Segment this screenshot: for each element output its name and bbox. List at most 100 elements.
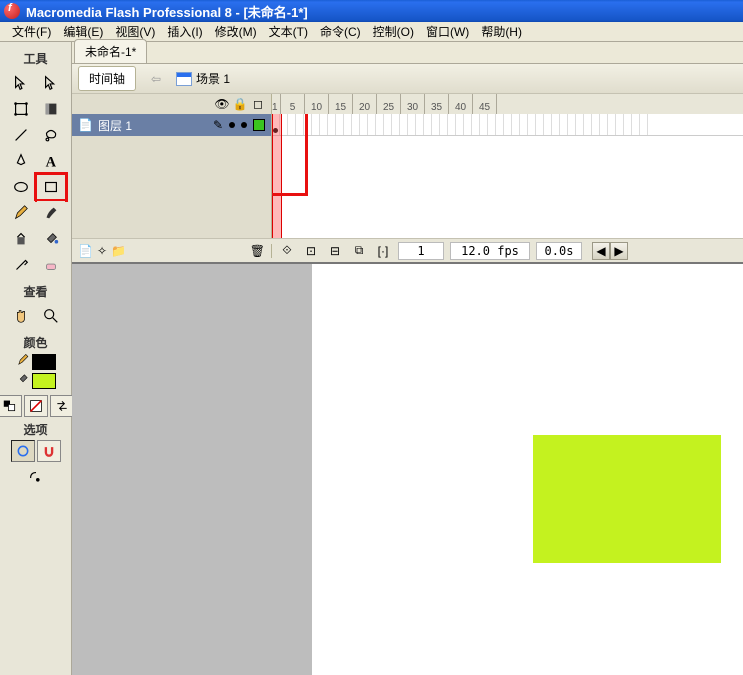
frames-area[interactable] — [272, 114, 743, 238]
frame-cell[interactable] — [576, 114, 584, 135]
swap-colors-button[interactable] — [50, 395, 74, 417]
stage-rectangle-shape[interactable] — [533, 435, 721, 563]
layer-row[interactable]: 📄 图层 1 ✎ — [72, 114, 271, 136]
menu-help[interactable]: 帮助(H) — [475, 21, 528, 42]
frame-cell[interactable] — [608, 114, 616, 135]
frame-cell[interactable] — [368, 114, 376, 135]
no-color-button[interactable] — [24, 395, 48, 417]
frame-cell[interactable] — [448, 114, 456, 135]
frame-cell[interactable] — [440, 114, 448, 135]
add-folder-button[interactable]: 📁 — [111, 244, 126, 258]
hand-tool[interactable] — [7, 304, 35, 328]
free-transform-tool[interactable] — [7, 97, 35, 121]
frame-cell[interactable] — [336, 114, 344, 135]
line-tool[interactable] — [7, 123, 35, 147]
timeline-tab[interactable]: 时间轴 — [78, 66, 136, 91]
paint-bucket-tool[interactable] — [37, 227, 65, 251]
rectangle-tool[interactable] — [37, 175, 65, 199]
keyframe[interactable] — [272, 114, 280, 135]
brush-tool[interactable] — [37, 201, 65, 225]
frame-cell[interactable] — [624, 114, 632, 135]
gradient-transform-tool[interactable] — [37, 97, 65, 121]
frame-cell[interactable] — [464, 114, 472, 135]
selection-tool[interactable] — [7, 71, 35, 95]
frame-cell[interactable] — [632, 114, 640, 135]
frame-cell[interactable] — [496, 114, 504, 135]
scene-name[interactable]: 场景 1 — [176, 70, 230, 87]
frame-cell[interactable] — [480, 114, 488, 135]
frame-cell[interactable] — [640, 114, 648, 135]
lasso-tool[interactable] — [37, 123, 65, 147]
frame-cell[interactable] — [528, 114, 536, 135]
document-tab[interactable]: 未命名-1* — [74, 39, 147, 63]
zoom-tool[interactable] — [37, 304, 65, 328]
fill-color-swatch[interactable] — [32, 373, 56, 389]
frame-cell[interactable] — [456, 114, 464, 135]
frame-cell[interactable] — [304, 114, 312, 135]
frame-cell[interactable] — [408, 114, 416, 135]
ink-bottle-tool[interactable] — [7, 227, 35, 251]
layer-outline-swatch[interactable] — [253, 119, 265, 131]
frame-cell[interactable] — [432, 114, 440, 135]
layer-lock-dot[interactable] — [241, 122, 247, 128]
frame-cell[interactable] — [344, 114, 352, 135]
menu-command[interactable]: 命令(C) — [314, 21, 367, 42]
lock-icon[interactable]: 🔒 — [233, 97, 247, 111]
frame-cell[interactable] — [616, 114, 624, 135]
menu-insert[interactable]: 插入(I) — [161, 21, 208, 42]
frame-cell[interactable] — [376, 114, 384, 135]
rectangle-settings-option[interactable] — [22, 466, 50, 490]
add-layer-button[interactable]: 📄 — [78, 244, 93, 258]
pen-tool[interactable] — [7, 149, 35, 173]
frame-cell[interactable] — [328, 114, 336, 135]
scroll-left-button[interactable]: ◀ — [592, 242, 610, 260]
layer-visible-dot[interactable] — [229, 122, 235, 128]
frame-cell[interactable] — [536, 114, 544, 135]
frame-cell[interactable] — [600, 114, 608, 135]
frame-cell[interactable] — [400, 114, 408, 135]
frame-cell[interactable] — [424, 114, 432, 135]
text-tool[interactable]: A — [37, 149, 65, 173]
frame-cell[interactable] — [560, 114, 568, 135]
frame-cell[interactable] — [320, 114, 328, 135]
frame-cell[interactable] — [544, 114, 552, 135]
frame-cell[interactable] — [472, 114, 480, 135]
onion-skin-outlines-button[interactable]: ⊟ — [326, 242, 344, 260]
outline-icon[interactable]: ◻ — [251, 97, 265, 111]
delete-layer-button[interactable]: 🗑 — [250, 244, 265, 258]
frame-cell[interactable] — [416, 114, 424, 135]
frame-cell[interactable] — [280, 114, 288, 135]
frame-cell[interactable] — [384, 114, 392, 135]
menu-file[interactable]: 文件(F) — [6, 21, 57, 42]
frame-cell[interactable] — [360, 114, 368, 135]
scroll-right-button[interactable]: ▶ — [610, 242, 628, 260]
subselection-tool[interactable] — [37, 71, 65, 95]
default-colors-button[interactable] — [0, 395, 22, 417]
eyedropper-tool[interactable] — [7, 253, 35, 277]
menu-modify[interactable]: 修改(M) — [209, 21, 263, 42]
frame-cell[interactable] — [504, 114, 512, 135]
pencil-tool[interactable] — [7, 201, 35, 225]
onion-skin-button[interactable]: ⊡ — [302, 242, 320, 260]
frame-cell[interactable] — [352, 114, 360, 135]
frame-cell[interactable] — [312, 114, 320, 135]
add-guide-layer-button[interactable]: ✧ — [97, 244, 107, 258]
frame-cell[interactable] — [488, 114, 496, 135]
edit-multiple-frames-button[interactable]: ⧉ — [350, 242, 368, 260]
back-button[interactable]: ⇦ — [144, 68, 168, 90]
frame-cell[interactable] — [296, 114, 304, 135]
snap-option[interactable] — [37, 440, 61, 462]
menu-text[interactable]: 文本(T) — [263, 21, 314, 42]
eye-icon[interactable]: 👁 — [215, 97, 229, 111]
oval-tool[interactable] — [7, 175, 35, 199]
stroke-color-swatch[interactable] — [32, 354, 56, 370]
frame-cell[interactable] — [392, 114, 400, 135]
object-drawing-option[interactable] — [11, 440, 35, 462]
frame-cell[interactable] — [592, 114, 600, 135]
frame-cell[interactable] — [584, 114, 592, 135]
modify-onion-markers-button[interactable]: [·] — [374, 242, 392, 260]
frame-cell[interactable] — [520, 114, 528, 135]
timeline-ruler[interactable]: 1 5 10 15 20 25 30 35 40 45 — [272, 94, 743, 114]
menu-window[interactable]: 窗口(W) — [420, 21, 475, 42]
frame-cell[interactable] — [512, 114, 520, 135]
